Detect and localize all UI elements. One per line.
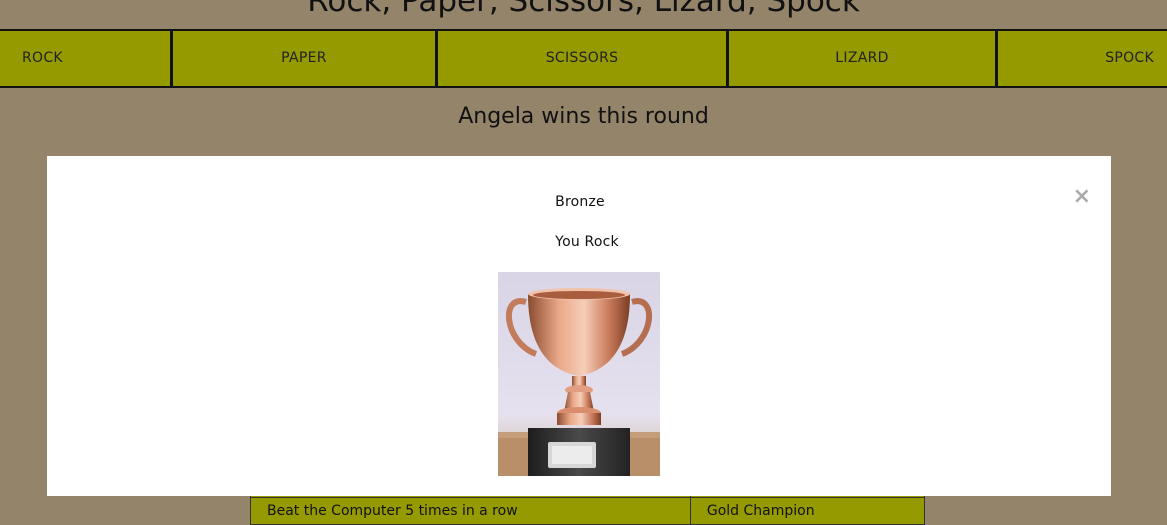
trophy-message: You Rock	[555, 234, 619, 250]
table-row: Beat the Computer 5 times in a row Gold …	[250, 497, 926, 525]
trophy-name: Bronze	[555, 194, 605, 210]
achievement-cell: Beat the Computer 5 times in a row	[250, 497, 691, 525]
choice-rock-button[interactable]: ROCK	[0, 31, 170, 86]
round-result-message: Angela wins this round	[458, 104, 709, 129]
choices-bar: ROCK PAPER SCISSORS LIZARD SPOCK	[0, 29, 1167, 88]
choice-scissors-button[interactable]: SCISSORS	[435, 31, 726, 86]
page-title: Rock, Paper, Scissors, Lizard, Spock	[307, 0, 860, 19]
choice-spock-button[interactable]: SPOCK	[995, 31, 1167, 86]
choice-lizard-button[interactable]: LIZARD	[726, 31, 995, 86]
award-cell: Gold Champion	[689, 497, 926, 525]
bronze-trophy-image	[498, 272, 660, 476]
trophy-modal: × Bronze You Rock	[47, 156, 1111, 496]
trophy-icon	[498, 272, 660, 476]
choice-paper-button[interactable]: PAPER	[170, 31, 435, 86]
